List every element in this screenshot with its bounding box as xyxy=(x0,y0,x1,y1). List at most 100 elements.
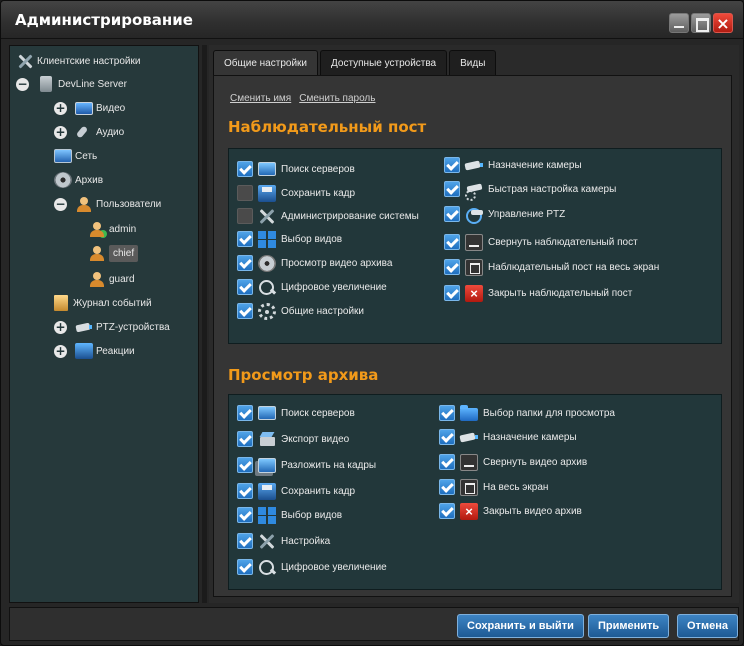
server-icon xyxy=(40,76,52,92)
checkbox[interactable] xyxy=(237,185,253,201)
checkbox[interactable] xyxy=(237,457,253,473)
expand-icon[interactable]: + xyxy=(54,101,67,115)
tree-item-label: chief xyxy=(109,244,139,262)
tree-item-archive[interactable]: Архив xyxy=(54,169,103,191)
maximize-button[interactable] xyxy=(691,13,711,33)
option-archive-view[interactable]: Просмотр видео архива xyxy=(237,253,392,273)
tree-item-network[interactable]: Сеть xyxy=(54,145,97,167)
checkbox[interactable] xyxy=(439,503,455,519)
collapse-icon[interactable]: − xyxy=(16,77,29,91)
option-minimize-archive[interactable]: Свернуть видео архив xyxy=(439,452,587,472)
checkbox[interactable] xyxy=(439,405,455,421)
tree-item-devline-server[interactable]: − DevLine Server xyxy=(16,73,127,95)
apply-button[interactable]: Применить xyxy=(588,614,670,638)
tree-item-audio[interactable]: + Аудио xyxy=(54,121,124,143)
option-close-archive[interactable]: × Закрыть видео архив xyxy=(439,501,582,521)
option-general-settings[interactable]: Общие настройки xyxy=(237,301,364,321)
tree-item-reactions[interactable]: + Реакции xyxy=(54,340,135,362)
checkbox[interactable] xyxy=(237,279,253,295)
checkbox[interactable] xyxy=(439,454,455,470)
network-icon xyxy=(54,149,72,163)
tree-item-users[interactable]: − Пользователи xyxy=(54,193,161,215)
checkbox[interactable] xyxy=(237,161,253,177)
option-fullscreen-post[interactable]: Наблюдательный пост на весь экран xyxy=(444,257,659,277)
option-save-frame[interactable]: Сохранить кадр xyxy=(237,183,355,203)
ptz-icon xyxy=(465,206,483,224)
option-label: Экспорт видео xyxy=(281,433,350,445)
checkbox[interactable] xyxy=(444,285,460,301)
expand-icon[interactable]: + xyxy=(54,344,67,358)
checkbox[interactable] xyxy=(444,259,460,275)
tab-available-devices[interactable]: Доступные устройства xyxy=(320,50,448,76)
option-label: Назначение камеры xyxy=(488,159,582,171)
user-icon xyxy=(88,271,106,287)
checkbox[interactable] xyxy=(237,533,253,549)
option-choose-folder[interactable]: Выбор папки для просмотра xyxy=(439,403,615,423)
collapse-icon[interactable]: − xyxy=(54,197,67,211)
tree-item-ptz-devices[interactable]: + PTZ-устройства xyxy=(54,316,170,338)
option-label: Просмотр видео архива xyxy=(281,257,393,269)
option-archive-digital-zoom[interactable]: Цифровое увеличение xyxy=(237,557,387,577)
checkbox[interactable] xyxy=(237,303,253,319)
minimize-button[interactable] xyxy=(669,13,689,33)
checkbox[interactable] xyxy=(237,231,253,247)
option-close-post[interactable]: × Закрыть наблюдательный пост xyxy=(444,283,632,303)
checkbox[interactable] xyxy=(237,559,253,575)
tree-item-label: Аудио xyxy=(96,126,125,138)
checkbox[interactable] xyxy=(444,157,460,173)
cancel-button[interactable]: Отмена xyxy=(677,614,738,638)
checkbox[interactable] xyxy=(237,483,253,499)
option-label: Общие настройки xyxy=(281,305,364,317)
checkbox[interactable] xyxy=(439,429,455,445)
tab-views[interactable]: Виды xyxy=(449,50,497,76)
option-export-video[interactable]: Экспорт видео xyxy=(237,429,349,449)
change-password-link[interactable]: Сменить пароль xyxy=(299,93,375,104)
checkbox[interactable] xyxy=(444,206,460,222)
option-split-frames[interactable]: Разложить на кадры xyxy=(237,455,376,475)
tab-general-settings[interactable]: Общие настройки xyxy=(213,50,318,76)
checkbox[interactable] xyxy=(237,208,253,224)
checkbox[interactable] xyxy=(237,431,253,447)
tools-icon xyxy=(258,208,276,225)
close-button[interactable]: × xyxy=(713,13,733,33)
option-fullscreen-archive[interactable]: На весь экран xyxy=(439,477,548,497)
tree-item-user-admin[interactable]: admin xyxy=(88,218,136,240)
option-archive-view-selection[interactable]: Выбор видов xyxy=(237,505,342,525)
checkbox[interactable] xyxy=(444,181,460,197)
option-archive-camera-assign[interactable]: Назначение камеры xyxy=(439,427,577,447)
tree-item-video[interactable]: + Видео xyxy=(54,97,125,119)
monitor-icon xyxy=(258,162,276,176)
option-system-admin[interactable]: Администрирование системы xyxy=(237,206,419,226)
user-admin-icon xyxy=(88,221,107,238)
dialog-button-bar: Сохранить и выйти Применить Отмена xyxy=(9,607,739,641)
option-label: Выбор видов xyxy=(281,233,343,245)
panel-splitter[interactable] xyxy=(202,45,207,603)
checkbox[interactable] xyxy=(237,255,253,271)
tree-item-client-settings[interactable]: Клиентские настройки xyxy=(16,50,140,72)
tree-item-user-chief[interactable]: chief xyxy=(88,242,139,264)
tree-item-event-journal[interactable]: Журнал событий xyxy=(54,292,152,314)
expand-icon[interactable]: + xyxy=(54,125,67,139)
checkbox[interactable] xyxy=(237,507,253,523)
option-camera-assign[interactable]: Назначение камеры xyxy=(444,155,582,175)
option-minimize-post[interactable]: Свернуть наблюдательный пост xyxy=(444,232,638,252)
expand-icon[interactable]: + xyxy=(54,320,67,334)
zoom-icon xyxy=(258,279,276,296)
change-name-link[interactable]: Сменить имя xyxy=(230,93,291,104)
users-icon xyxy=(75,196,93,212)
checkbox[interactable] xyxy=(439,479,455,495)
camera-icon xyxy=(460,429,478,446)
option-archive-save-frame[interactable]: Сохранить кадр xyxy=(237,481,355,501)
option-archive-setup[interactable]: Настройка xyxy=(237,531,330,551)
option-archive-server-search[interactable]: Поиск серверов xyxy=(237,403,355,423)
option-view-selection[interactable]: Выбор видов xyxy=(237,229,342,249)
option-quick-camera-setup[interactable]: Быстрая настройка камеры xyxy=(444,179,616,201)
save-and-exit-button[interactable]: Сохранить и выйти xyxy=(457,614,584,638)
checkbox[interactable] xyxy=(237,405,253,421)
option-digital-zoom[interactable]: Цифровое увеличение xyxy=(237,277,387,297)
tree-item-user-guard[interactable]: guard xyxy=(88,268,135,290)
checkbox[interactable] xyxy=(444,234,460,250)
title-bar[interactable]: Администрирование × xyxy=(1,1,743,39)
option-ptz-control[interactable]: Управление PTZ xyxy=(444,204,565,224)
option-server-search[interactable]: Поиск серверов xyxy=(237,159,355,179)
